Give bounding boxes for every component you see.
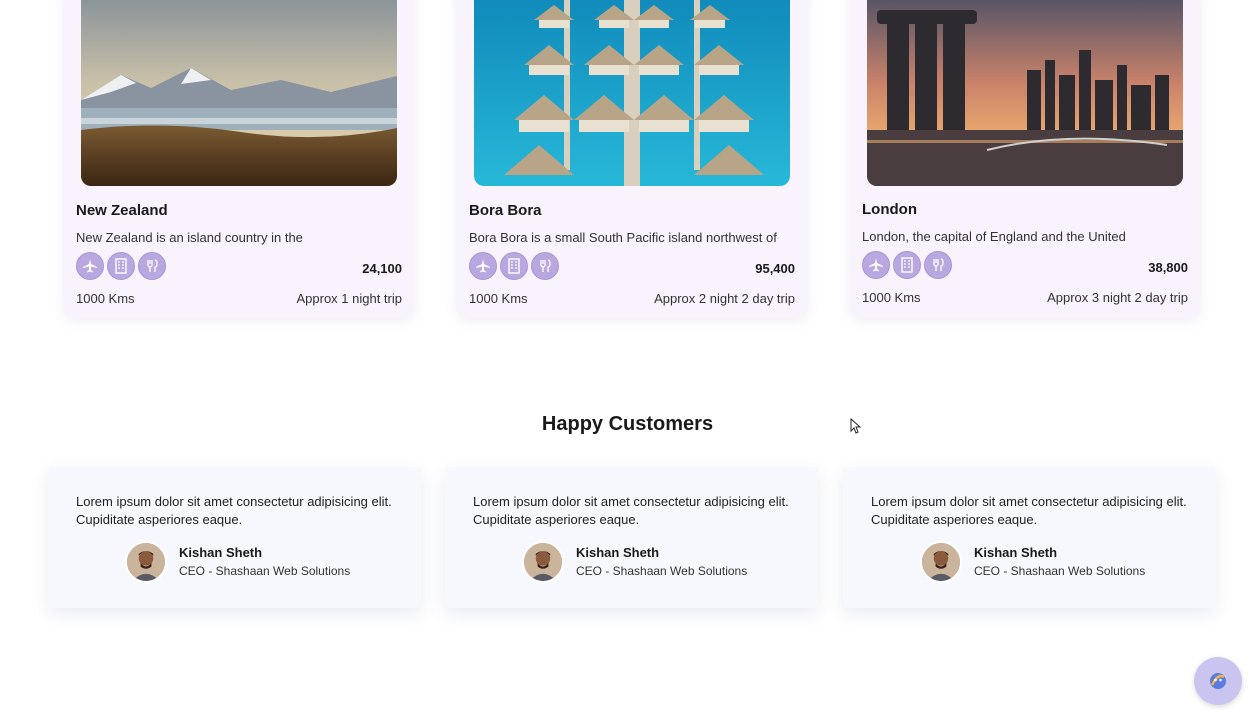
food-icon: [531, 252, 559, 280]
hotel-icon: [500, 252, 528, 280]
avatar: [125, 541, 167, 583]
destination-distance: 1000 Kms: [76, 291, 135, 306]
destination-description: London, the capital of England and the U…: [862, 229, 1126, 244]
testimonial-quote: Lorem ipsum dolor sit amet consectetur a…: [76, 494, 392, 527]
hotel-icon: [107, 252, 135, 280]
destination-title: London: [862, 201, 917, 218]
destination-description: New Zealand is an island country in the: [76, 230, 303, 245]
avatar: [920, 541, 962, 583]
destination-image: [474, 0, 790, 186]
hotel-icon: [893, 251, 921, 279]
destination-image: [867, 0, 1183, 186]
destination-distance: 1000 Kms: [469, 291, 528, 306]
destination-trip: Approx 2 night 2 day trip: [654, 291, 795, 306]
person-role: CEO - Shashaan Web Solutions: [179, 564, 351, 578]
destinations-row: New Zealand New Zealand is an island cou…: [0, 0, 1255, 330]
amenities: [469, 252, 559, 280]
person-name: Kishan Sheth: [179, 545, 263, 560]
chat-assistant-button[interactable]: [1194, 657, 1242, 705]
destination-image: [81, 0, 397, 186]
chat-bot-icon: [1210, 673, 1226, 689]
food-icon: [924, 251, 952, 279]
destination-trip: Approx 3 night 2 day trip: [1047, 290, 1188, 305]
destination-description: Bora Bora is a small South Pacific islan…: [469, 230, 777, 245]
plane-icon: [76, 252, 104, 280]
destination-title: Bora Bora: [469, 202, 542, 219]
destination-card-london[interactable]: London London, the capital of England an…: [849, 0, 1201, 318]
mouse-cursor-icon: [850, 418, 862, 434]
food-icon: [138, 252, 166, 280]
destination-title: New Zealand: [76, 202, 168, 219]
amenities: [76, 252, 166, 280]
destination-card-bora-bora[interactable]: Bora Bora Bora Bora is a small South Pac…: [456, 0, 808, 318]
plane-icon: [862, 251, 890, 279]
testimonial-quote: Lorem ipsum dolor sit amet consectetur a…: [473, 494, 789, 527]
destination-trip: Approx 1 night trip: [296, 291, 402, 306]
destination-price: 38,800: [1148, 260, 1188, 275]
amenities: [862, 251, 952, 279]
testimonial-card: Lorem ipsum dolor sit amet consectetur a…: [48, 467, 421, 608]
person-role: CEO - Shashaan Web Solutions: [974, 564, 1146, 578]
testimonial-quote: Lorem ipsum dolor sit amet consectetur a…: [871, 494, 1187, 527]
destination-price: 24,100: [362, 261, 402, 276]
destination-distance: 1000 Kms: [862, 290, 921, 305]
avatar: [522, 541, 564, 583]
destination-price: 95,400: [755, 261, 795, 276]
plane-icon: [469, 252, 497, 280]
person-role: CEO - Shashaan Web Solutions: [576, 564, 748, 578]
testimonials-title: Happy Customers: [541, 413, 714, 435]
testimonial-card: Lorem ipsum dolor sit amet consectetur a…: [445, 467, 818, 608]
person-name: Kishan Sheth: [974, 545, 1058, 560]
testimonial-card: Lorem ipsum dolor sit amet consectetur a…: [843, 467, 1216, 608]
destination-card-new-zealand[interactable]: New Zealand New Zealand is an island cou…: [63, 0, 415, 318]
person-name: Kishan Sheth: [576, 545, 660, 560]
